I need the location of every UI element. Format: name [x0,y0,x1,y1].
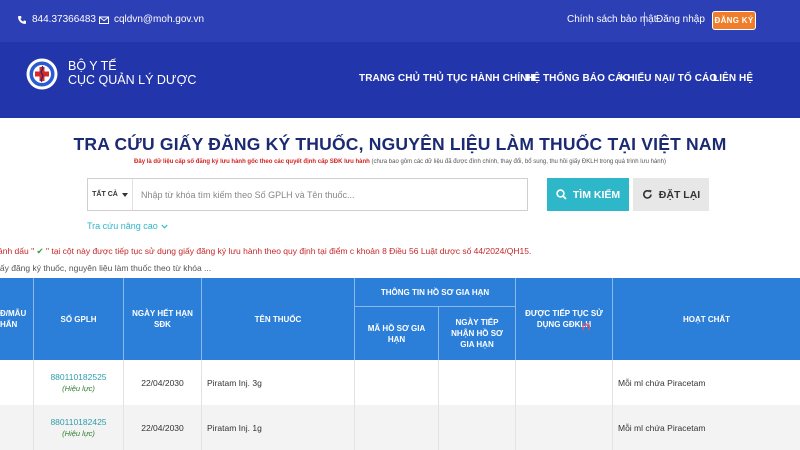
advanced-search-link[interactable]: Tra cứu nâng cao [87,221,168,231]
continued-use-note: ánh dấu " ✔ " tại cột này được tiếp tục … [0,246,531,257]
header-renewal-received-date: NGÀY TIẾP NHẬN HỒ SƠ GIA HẠN [439,306,516,360]
row-cell-0 [0,405,34,450]
header-renewal-code: MÃ HỒ SƠ GIA HẠN [355,306,439,360]
check-icon: ✔ [36,246,44,256]
chevron-down-icon [161,224,168,229]
search-input[interactable] [133,179,527,210]
header-col-0: Đ/MẪU HẨN [0,278,34,360]
continued-use-cell [516,360,613,405]
search-button[interactable]: TÌM KIẾM [547,178,629,211]
reset-button-label: ĐẶT LẠI [658,188,701,201]
table-row[interactable]: 880110182425 (Hiệu lực) 22/04/2030 Pirat… [0,405,800,450]
advanced-search-label: Tra cứu nâng cao [87,221,158,231]
renewal-date-cell [439,360,516,405]
table-row[interactable]: 880110182525 (Hiệu lực) 22/04/2030 Pirat… [0,360,800,405]
nav-home[interactable]: TRANG CHỦ [359,73,420,84]
header-expiry-date: NGÀY HẾT HẠN SĐK [124,278,202,360]
topbar-divider [644,12,645,26]
table-header: Đ/MẪU HẨN SỐ GPLH NGÀY HẾT HẠN SĐK TÊN T… [0,278,800,360]
results-table: Đ/MẪU HẨN SỐ GPLH NGÀY HẾT HẠN SĐK TÊN T… [0,278,800,450]
license-cell: 880110182525 (Hiệu lực) [34,360,124,405]
active-ingredient-cell: Mỗi ml chứa Piracetam [618,422,706,433]
license-number-link[interactable]: 880110182425 [50,417,106,427]
data-source-note-red: Đây là dữ liệu cấp số đăng ký lưu hành g… [134,159,370,165]
mail-icon [99,16,109,24]
license-cell: 880110182425 (Hiệu lực) [34,405,124,450]
top-bar: 844.37366483 cqldvn@moh.gov.vn Chính sác… [0,0,800,42]
continued-use-note-pre: ánh dấu " [0,246,37,256]
license-number-link[interactable]: 880110182525 [50,372,106,382]
renewal-code-cell [355,360,439,405]
search-box: TẤT CẢ [87,178,528,211]
refresh-icon [642,189,652,199]
email-contact[interactable]: cqldvn@moh.gov.vn [99,14,204,25]
drug-name-cell: Piratam Inj. 3g [202,360,355,405]
header-continued-use: ĐƯỢC TIẾP TỤC SỬ DỤNG GĐKLH (*) [516,278,613,360]
header-continued-use-label: ĐƯỢC TIẾP TỤC SỬ DỤNG GĐKLH [525,309,603,329]
phone-text: 844.37366483 [32,14,96,25]
login-link[interactable]: Đăng nhập [656,14,705,25]
email-text: cqldvn@moh.gov.vn [114,14,205,25]
phone-icon [18,15,26,24]
phone-contact[interactable]: 844.37366483 [17,14,96,25]
header-active-ingredient: HOẠT CHẤT [682,314,731,324]
nav-contact[interactable]: LIÊN HỆ [713,73,753,84]
reset-button[interactable]: ĐẶT LẠI [633,178,709,211]
results-caption: iấy đăng ký thuốc, nguyên liệu làm thuốc… [0,263,212,273]
search-scope-label: TẤT CẢ [92,191,118,198]
active-ingredient-cell: Mỗi ml chứa Piracetam [618,377,706,388]
brand-line-2: CỤC QUẢN LÝ DƯỢC [68,73,197,87]
register-button[interactable]: ĐĂNG KÝ [712,11,756,30]
license-status: (Hiệu lực) [62,429,95,438]
continued-use-cell [516,405,613,450]
expiry-cell: 22/04/2030 [124,405,202,450]
license-status: (Hiệu lực) [62,384,95,393]
brand-name[interactable]: BỘ Y TẾ CỤC QUẢN LÝ DƯỢC [68,59,196,87]
search-button-label: TÌM KIẾM [572,188,621,201]
expiry-cell: 22/04/2030 [124,360,202,405]
main-header: BỘ Y TẾ CỤC QUẢN LÝ DƯỢC TRANG CHỦ THỦ T… [0,42,800,118]
renewal-code-cell [355,405,439,450]
data-source-note-grey: (chưa bao gồm các dữ liệu đã được đính c… [369,159,666,165]
nav-reporting-system[interactable]: HỆ THỐNG BÁO CÁO [526,73,630,84]
continued-use-note-post: " tại cột này được tiếp tục sử dụng giấy… [43,246,532,256]
renewal-date-cell [439,405,516,450]
header-continued-use-star: (*) [582,322,591,331]
row-cell-0 [0,360,34,405]
nav-administrative-procedures[interactable]: THỦ TỤC HÀNH CHÍNH [423,73,535,84]
brand-line-1: BỘ Y TẾ [68,59,117,73]
ministry-logo[interactable] [26,58,58,90]
search-scope-select[interactable]: TẤT CẢ [88,179,133,210]
drug-name-cell: Piratam Inj. 1g [202,405,355,450]
caret-down-icon [121,192,128,197]
page-title: TRA CỨU GIẤY ĐĂNG KÝ THUỐC, NGUYÊN LIỆU … [73,134,727,154]
data-source-note: Đây là dữ liệu cấp số đăng ký lưu hành g… [0,159,800,165]
nav-complaints[interactable]: KHIẾU NẠI/ TỐ CÁO [620,73,717,84]
header-drug-name: TÊN THUỐC [202,278,355,360]
header-renewal-group: THÔNG TIN HỒ SƠ GIA HẠN [355,278,516,306]
search-icon [556,189,567,200]
header-license-number: SỐ GPLH [34,278,124,360]
